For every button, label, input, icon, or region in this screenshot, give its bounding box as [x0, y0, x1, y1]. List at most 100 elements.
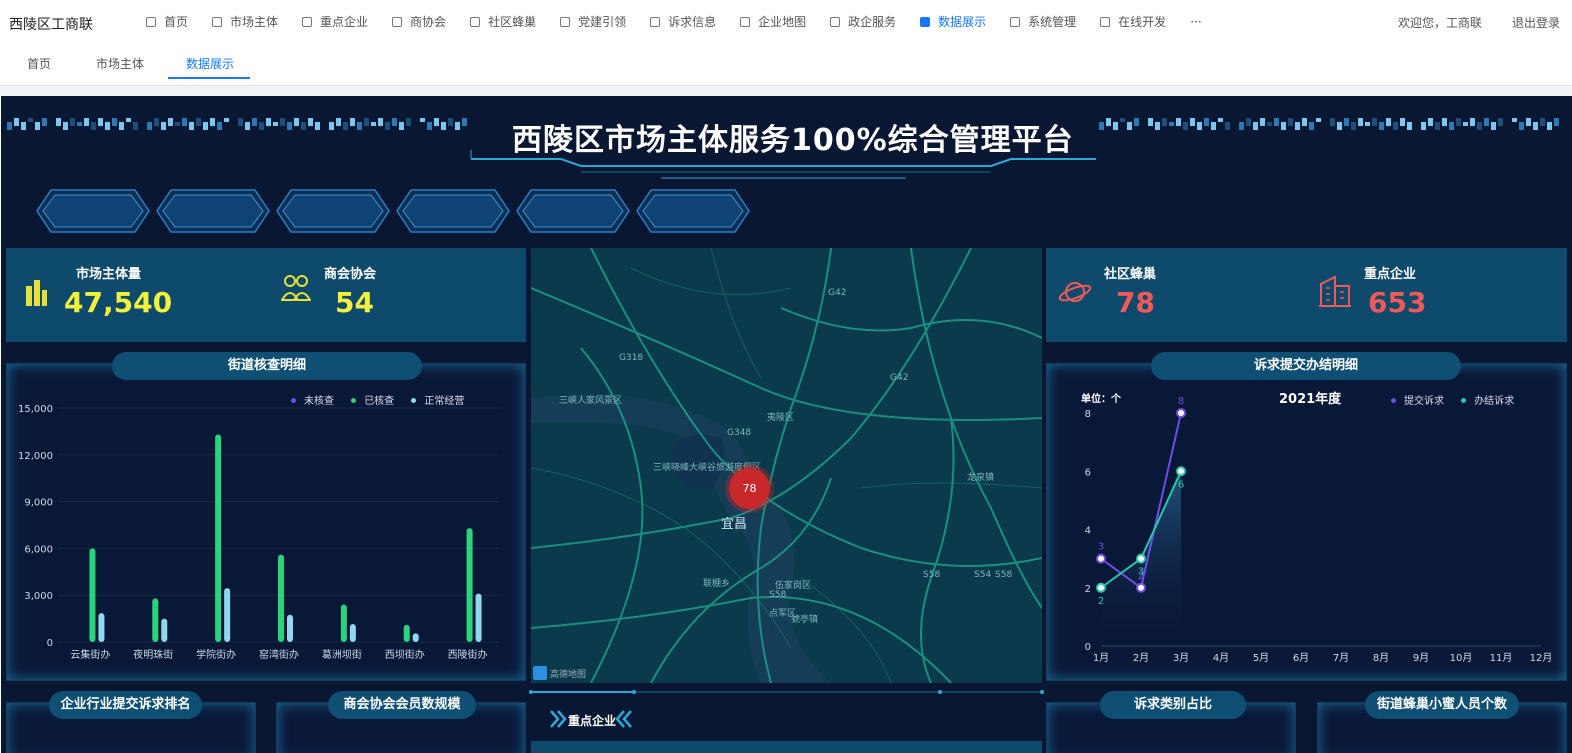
nav-item-7[interactable]: 企业地图 [740, 13, 806, 30]
nav-item-0[interactable]: 首页 [146, 13, 188, 30]
module-button-shape [516, 189, 630, 233]
logout-link[interactable]: 退出登录 [1512, 14, 1560, 31]
communities-value: 78 [1116, 286, 1155, 319]
cloud-icon [1100, 16, 1111, 27]
map-label: S58 [769, 590, 787, 600]
point-1-0[interactable] [1096, 582, 1106, 593]
nav-item-8[interactable]: 政企服务 [830, 13, 896, 30]
honeycomb-staff-title: 街道蜂巢小蜜人员个数 [1365, 691, 1519, 719]
bar-2-2[interactable] [224, 588, 231, 642]
nav-item-4[interactable]: 社区蜂巢 [470, 13, 536, 30]
grid-icon [560, 16, 571, 27]
communities-label: 社区蜂巢 [1104, 267, 1157, 282]
map-label: 联棚乡 [703, 579, 731, 589]
legend-dot-normal [411, 398, 417, 403]
point-1-1[interactable] [1136, 553, 1146, 564]
map-label: 宜昌 [721, 517, 748, 532]
module-button-shape [396, 189, 510, 233]
nav-item-11[interactable]: 在线开发 [1100, 13, 1166, 30]
nav-item-label: 市场主体 [230, 15, 279, 29]
active-tab-underline [168, 77, 250, 79]
x-tick-label: 2月 [1133, 652, 1149, 664]
legend-unchecked[interactable]: 未核查 [304, 396, 334, 407]
street-check-title: 街道核查明细 [112, 352, 422, 380]
line-legend: 提交诉求 办结诉求 [1377, 392, 1514, 407]
nav-item-label: 首页 [164, 15, 189, 29]
nav-item-5[interactable]: 党建引领 [560, 13, 626, 30]
appeal-category-title: 诉求类别占比 [1100, 691, 1246, 719]
nav-item-9[interactable]: 数据展示 [920, 13, 986, 30]
appeal-detail-chart: 024681月 2月 3月 4月 5月 6月 7月 8月 9月 10月 11月 12月328236 [1085, 396, 1553, 664]
map-label: G42 [828, 288, 847, 298]
module-button-shape [276, 189, 390, 233]
data-label: 3 [1098, 542, 1104, 553]
map-label: 猇亭镇 [791, 615, 819, 625]
bar-2-1[interactable] [161, 618, 168, 642]
member-scale-title: 商会协会会员数规模 [328, 691, 476, 719]
data-label: 8 [1178, 396, 1184, 407]
point-0-2[interactable] [1176, 408, 1186, 418]
point-0-1[interactable] [1136, 582, 1146, 593]
bottom-center-panel [531, 741, 1042, 753]
content-gap [0, 86, 1572, 96]
carousel-label[interactable]: 重点企业 [568, 712, 616, 729]
map-label: S54 [974, 570, 992, 580]
tab-bar: 首页 市场主体 数据展示 [0, 44, 1572, 86]
x-tick-label: 9月 [1413, 652, 1429, 664]
bar-1-3[interactable] [278, 554, 284, 642]
bar-2-4[interactable] [349, 624, 356, 642]
dashboard-screen: 西陵区市场主体服务100%综合管理平台 市场全景商会协会企业画像社区蜂巢营商诉求… [1, 96, 1572, 753]
bar-2-0[interactable] [98, 613, 105, 642]
nav-item-10[interactable]: 系统管理 [1010, 13, 1076, 30]
x-tick-label: 学院街办 [196, 648, 236, 661]
module-button-shape [36, 189, 150, 233]
nav-more-button[interactable]: ··· [1190, 13, 1201, 30]
tab-home[interactable]: 首页 [27, 55, 51, 72]
bar-1-6[interactable] [466, 528, 473, 642]
map-attribution-text: 高德地图 [550, 669, 587, 680]
map-cluster-marker[interactable]: 78 [729, 468, 770, 509]
bar-2-3[interactable] [287, 614, 293, 642]
nav-item-3[interactable]: 商协会 [392, 13, 446, 30]
appeal-detail-panel: 0 2 4 6 8 1月 2月 3月 4月 5月 6月 7月 8月 9月 10月 11月 12月 3 2 8 2 3 6 单… [1046, 363, 1567, 681]
bar-1-5[interactable] [403, 624, 410, 642]
point-1-2[interactable] [1176, 466, 1186, 477]
bar-1-4[interactable] [340, 604, 347, 642]
street-check-chart: 0 3,000 6,000 9,000 12,000 15,000 云集街办 夜明珠街 学院街办… [18, 404, 499, 661]
nav-item-6[interactable]: 诉求信息 [650, 13, 716, 30]
point-0-0[interactable] [1096, 553, 1106, 564]
legend-resolved[interactable]: 办结诉求 [1474, 396, 1514, 407]
bar-1-1[interactable] [152, 598, 159, 642]
clock-icon [830, 16, 841, 27]
bar-2-5[interactable] [412, 633, 419, 642]
welcome-text: 欢迎您，工商联 [1398, 16, 1483, 30]
bar-1-0[interactable] [89, 548, 96, 642]
map-label: G42 [890, 373, 909, 383]
nav-item-label: 政企服务 [848, 15, 897, 29]
district-map[interactable]: G42 G318 三峡人家风景区 夷陵区 G348 三峡晓峰大峡谷旅游度假区 宜昌 G42 龙泉… [531, 248, 1042, 683]
legend-dot-resolved [1461, 398, 1467, 403]
tab-data-display[interactable]: 数据展示 [186, 55, 234, 72]
x-tick-label: 10月 [1450, 652, 1473, 664]
legend-submitted[interactable]: 提交诉求 [1404, 396, 1444, 407]
stats-panel-left: 市场主体量 47,540 商会协会 54 [6, 248, 526, 342]
legend-normal[interactable]: 正常经营 [424, 396, 464, 407]
y-tick-label: 15,000 [18, 404, 53, 415]
tab-market-entities[interactable]: 市场主体 [96, 55, 144, 72]
nav-item-label: 诉求信息 [668, 15, 717, 29]
data-label: 6 [1178, 479, 1184, 490]
nav-item-2[interactable]: 重点企业 [302, 13, 368, 30]
bar-1-2[interactable] [215, 434, 222, 642]
app-title[interactable]: 西陵区工商联 [9, 14, 93, 34]
map-label: G318 [619, 353, 644, 363]
home-icon [146, 16, 156, 27]
appeal-detail-title: 诉求提交办结明细 [1151, 352, 1461, 380]
y-tick-label: 0 [1085, 642, 1091, 653]
legend-checked[interactable]: 已核查 [364, 396, 394, 407]
nav-item-1[interactable]: 市场主体 [212, 13, 278, 30]
bar-2-6[interactable] [475, 593, 482, 642]
key-enterprises-label: 重点企业 [1364, 267, 1417, 282]
x-tick-label: 云集街办 [70, 648, 110, 661]
x-tick-label: 窑湾街办 [259, 648, 299, 661]
nav-item-label: 在线开发 [1118, 15, 1167, 29]
